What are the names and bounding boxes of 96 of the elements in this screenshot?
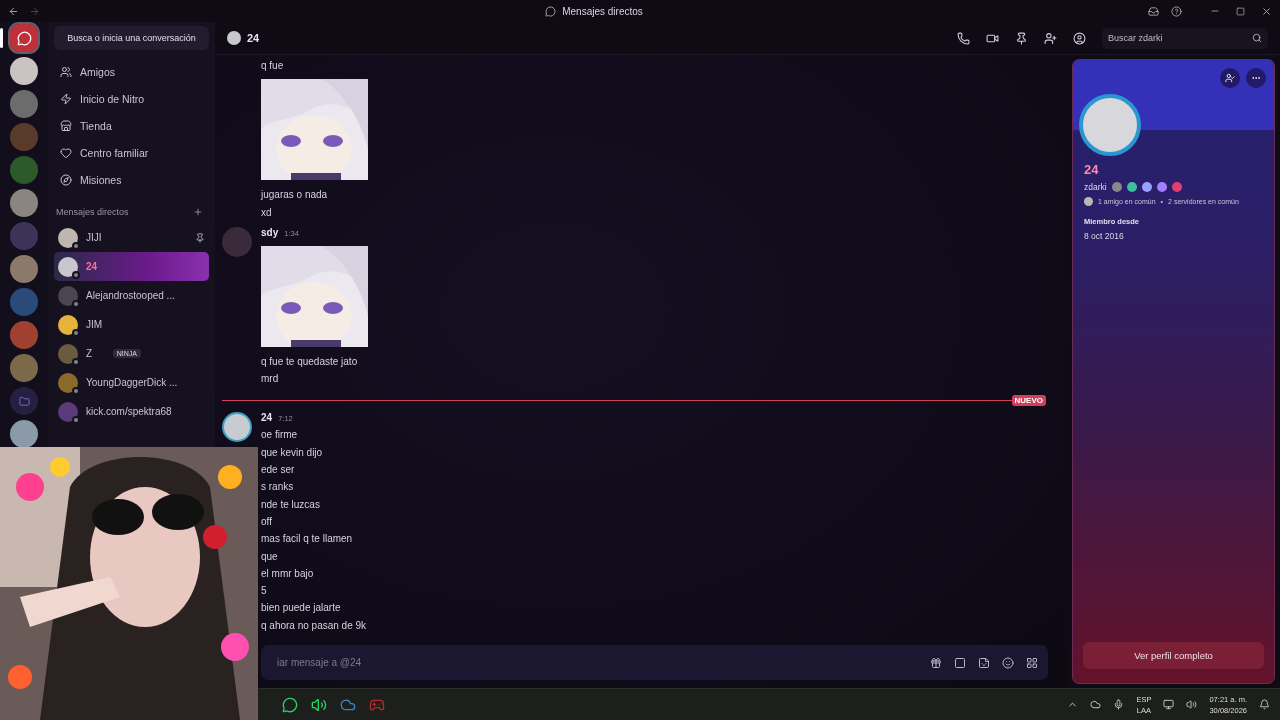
back-icon[interactable] (8, 5, 19, 17)
message-text: q ahora no pasan de 9k (261, 618, 367, 633)
nav-item[interactable]: Tienda (54, 112, 209, 139)
nav-item[interactable]: Inicio de Nitro (54, 85, 209, 112)
maximize-icon[interactable] (1236, 6, 1245, 16)
server-icon[interactable] (10, 255, 38, 283)
profile-icon[interactable] (1073, 31, 1086, 45)
dm-item[interactable]: JIM (54, 310, 209, 339)
avatar (222, 226, 252, 257)
nav-icon (60, 65, 72, 78)
nav-icon (60, 92, 72, 105)
nav-icon (60, 173, 72, 186)
search-button[interactable]: Busca o inicia una conversación (54, 26, 209, 50)
search-icon (1252, 33, 1262, 43)
emoji-icon[interactable] (1002, 656, 1014, 669)
more-button[interactable] (1246, 68, 1266, 88)
message-text: off (261, 514, 273, 529)
server-folder[interactable] (10, 387, 38, 415)
avatar (1084, 197, 1093, 206)
app-logo-icon (545, 5, 557, 17)
message-composer[interactable]: iar mensaje a @24 (261, 645, 1048, 680)
cloud-icon[interactable] (1090, 699, 1102, 710)
message-text: xd (261, 205, 273, 220)
add-user-icon[interactable] (1044, 31, 1057, 45)
nav-item[interactable]: Centro familiar (54, 139, 209, 166)
dm-item[interactable]: kick.com/spektra68 (54, 397, 209, 426)
display-name: 24 (1084, 162, 1100, 177)
nav-icon (60, 146, 72, 159)
add-icon[interactable] (193, 207, 203, 217)
message-text: nde te luzcas (261, 497, 321, 512)
close-icon[interactable] (1261, 5, 1272, 17)
sticker-icon[interactable] (978, 656, 990, 669)
nav-item[interactable]: Amigos (54, 58, 209, 85)
badge-icon (1141, 182, 1152, 192)
message-text: bien puede jalarte (261, 601, 342, 616)
username: zdarki (1084, 182, 1107, 192)
author-name: 24 (261, 412, 273, 424)
message-text: el mmr bajo (261, 566, 315, 581)
avatar (222, 412, 252, 443)
dm-item[interactable]: 24 (54, 252, 209, 281)
message-text: 5 (261, 584, 268, 599)
selection-pill (0, 28, 3, 48)
message-text: que (261, 549, 279, 564)
inbox-icon[interactable] (1148, 5, 1159, 17)
avatar (58, 227, 78, 248)
dm-item[interactable]: YoungDaggerDick ... (54, 368, 209, 397)
search-field[interactable]: Buscar zdarki (1102, 27, 1268, 49)
message-text: jugaras o nada (261, 188, 329, 203)
avatar (58, 314, 78, 335)
dm-item[interactable]: JIJI (54, 223, 209, 252)
full-profile-button[interactable]: Ver perfil completo (1083, 642, 1264, 669)
server-icon[interactable] (10, 57, 38, 85)
section-title: Mensajes directos (56, 207, 129, 217)
apps-icon[interactable] (1026, 656, 1038, 669)
gift-icon[interactable] (930, 656, 942, 669)
badge-icon (1156, 182, 1167, 192)
window-title: Mensajes directos (562, 5, 643, 17)
message-text: oe firme (261, 428, 299, 443)
avatar (58, 372, 78, 393)
badge-icon (1171, 182, 1182, 192)
avatar (58, 401, 78, 422)
dm-item[interactable]: Alejandrostooped ... (54, 281, 209, 310)
message-text: ede ser (261, 463, 296, 478)
message-text: q fue te quedaste jato (261, 354, 359, 369)
folder-icon (18, 395, 30, 407)
avatar (227, 31, 241, 45)
avatar (58, 285, 78, 306)
home-button[interactable] (10, 24, 38, 52)
monitor-icon[interactable] (1163, 699, 1175, 710)
mic-icon[interactable] (1113, 699, 1125, 710)
message-input[interactable]: iar mensaje a @24 (275, 656, 918, 669)
message-text: mas facil q te llamen (261, 532, 354, 547)
badge-icon (1126, 182, 1137, 192)
message-text: que kevin dijo (261, 445, 324, 460)
badge-icon (1111, 182, 1122, 192)
member-date: 8 oct 2016 (1084, 231, 1125, 241)
notification-icon[interactable] (1259, 699, 1270, 710)
message-text: mrd (261, 372, 280, 387)
user-check-icon (1225, 73, 1235, 83)
call-icon[interactable] (957, 31, 970, 45)
avatar (58, 256, 78, 277)
chat-title: 24 (247, 32, 260, 44)
avatar (58, 343, 78, 364)
pin-icon[interactable] (1015, 31, 1028, 45)
message-text: s ranks (261, 480, 295, 495)
message-text: q fue (261, 59, 285, 73)
volume-icon[interactable] (1186, 699, 1198, 710)
help-icon[interactable] (1171, 5, 1182, 17)
author-name: sdy (261, 226, 279, 238)
nav-item[interactable]: Misiones (54, 166, 209, 193)
friend-button[interactable] (1220, 68, 1240, 88)
nav-icon (60, 119, 72, 132)
server-icon[interactable] (10, 189, 38, 217)
new-badge: NUEVO (1011, 395, 1046, 407)
chat-bubble-icon (16, 30, 32, 46)
server-icon[interactable] (10, 420, 38, 448)
